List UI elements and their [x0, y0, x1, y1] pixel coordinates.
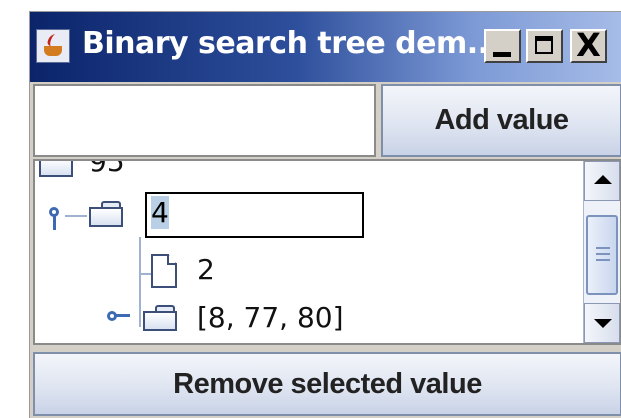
tree-node-label: 4 [151, 196, 169, 229]
scroll-thumb[interactable] [586, 215, 618, 295]
add-value-button[interactable]: Add value [381, 84, 621, 157]
folder-icon [89, 201, 123, 227]
minimize-button[interactable] [484, 29, 521, 63]
tree-node-label: [8, 77, 80] [197, 301, 344, 334]
maximize-button[interactable] [526, 29, 563, 63]
scroll-up-button[interactable] [584, 161, 620, 201]
node-edit-field[interactable]: 4 [145, 192, 364, 238]
tree-connector-line [65, 215, 87, 217]
arrow-down-icon [594, 319, 612, 328]
file-icon [151, 254, 177, 288]
folder-icon [143, 305, 177, 331]
arrow-up-icon [594, 175, 612, 184]
close-icon: X [576, 26, 601, 64]
tree-node-label: 95 [89, 159, 125, 178]
minimize-icon [493, 52, 511, 57]
java-cup-icon [36, 29, 70, 63]
scroll-down-button[interactable] [584, 303, 620, 343]
title-bar[interactable]: Binary search tree dem... X [30, 12, 621, 82]
value-input[interactable] [33, 84, 376, 157]
tree-node[interactable]: [8, 77, 80] [35, 299, 575, 343]
vertical-scrollbar[interactable] [583, 161, 620, 343]
remove-selected-value-button[interactable]: Remove selected value [33, 352, 621, 416]
window-title: Binary search tree dem... [82, 26, 500, 61]
tree-node-label: 2 [197, 253, 215, 286]
close-button[interactable]: X [570, 26, 607, 64]
folder-icon [39, 161, 73, 177]
tree-node[interactable]: 95 [35, 159, 575, 195]
tree-node[interactable]: 2 [35, 249, 575, 297]
grip-icon [596, 253, 610, 255]
application-window: Binary search tree dem... X Add value 95 [29, 11, 621, 418]
grip-icon [596, 247, 610, 249]
grip-icon [596, 259, 610, 261]
maximize-icon [535, 36, 553, 54]
tree-view[interactable]: 95 4 2 [8, 77, 80] [33, 159, 621, 345]
